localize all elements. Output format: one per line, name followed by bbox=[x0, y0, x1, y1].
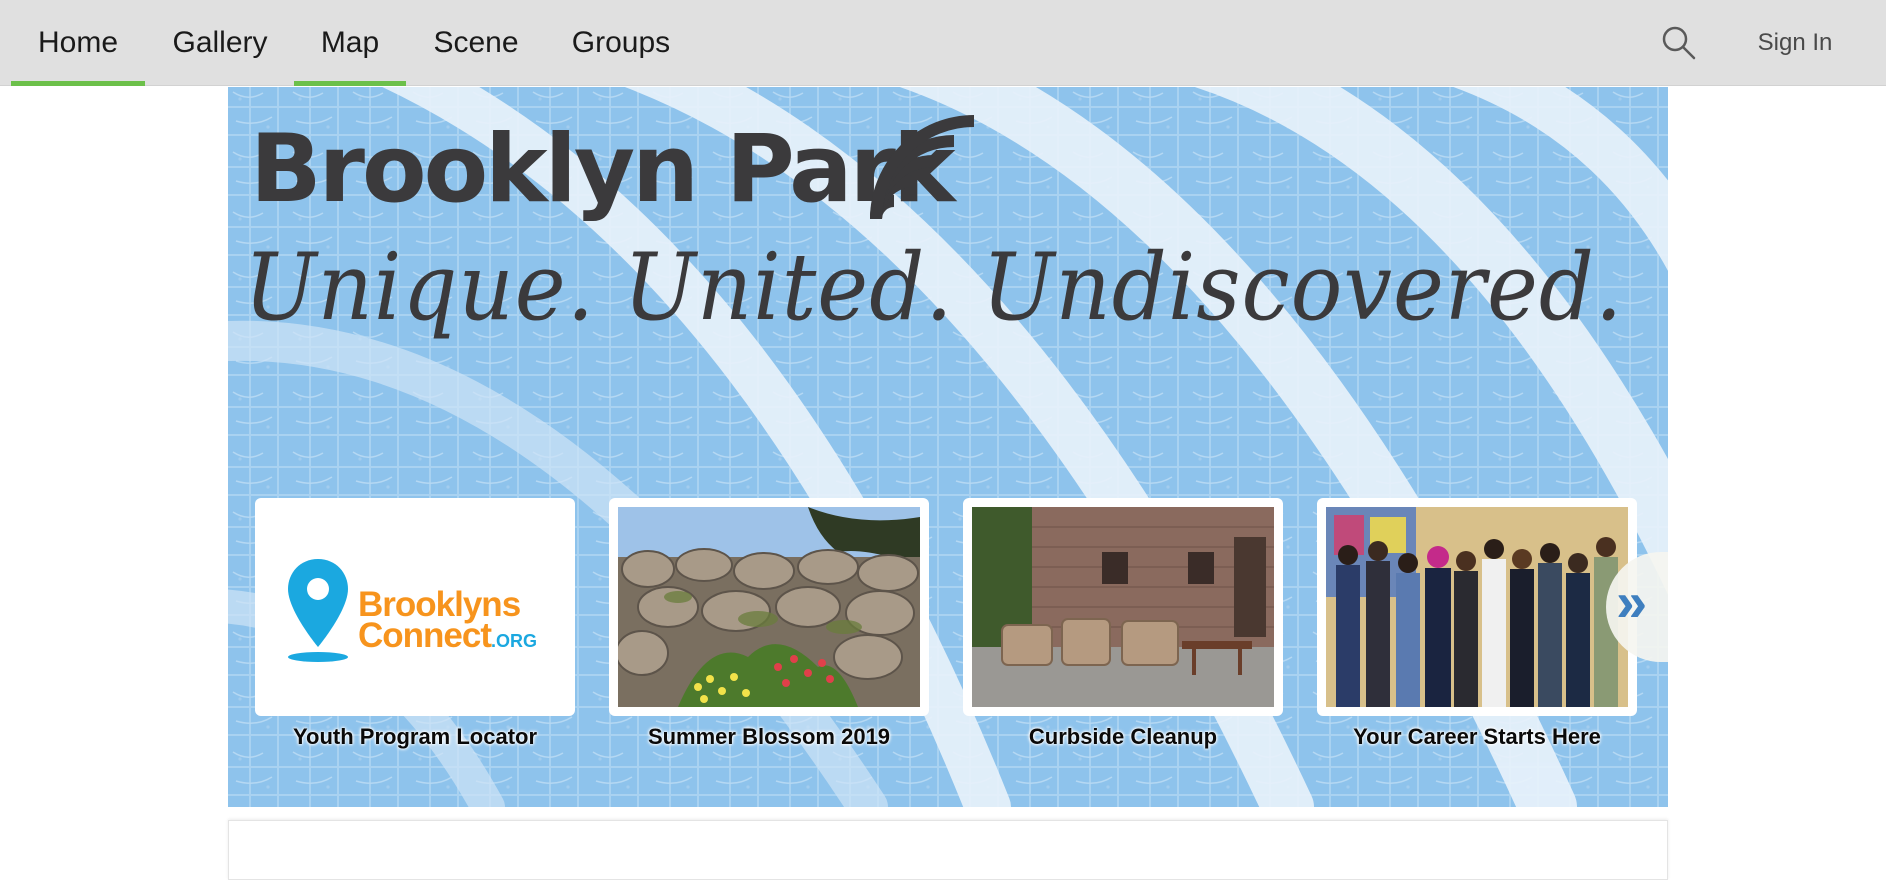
nav-item-groups[interactable]: Groups bbox=[560, 0, 682, 86]
banner-title: Brooklyn Park bbox=[250, 115, 955, 224]
banner-tagline: Unique. United. Undiscovered. bbox=[244, 233, 1624, 342]
gallery-card-curbside-cleanup[interactable] bbox=[963, 498, 1283, 716]
top-navigation-bar: Home Gallery Map Scene Groups Sign In bbox=[0, 0, 1886, 86]
gallery-card-career[interactable] bbox=[1317, 498, 1637, 716]
sign-in-link[interactable]: Sign In bbox=[1740, 0, 1850, 86]
logo-suffix: .ORG bbox=[491, 631, 538, 651]
gallery-card-summer-blossom[interactable] bbox=[609, 498, 929, 716]
double-chevron-right-icon: » bbox=[1616, 570, 1648, 633]
gallery-card-youth-program-locator[interactable]: Brooklyns Connect.ORG bbox=[255, 498, 575, 716]
card-thumbnail-stone-wall bbox=[618, 507, 920, 707]
card-caption[interactable]: Curbside Cleanup bbox=[963, 724, 1283, 750]
hero-banner: Brooklyn Park Unique. United. Undiscover… bbox=[228, 87, 1668, 807]
content-section bbox=[228, 820, 1668, 880]
card-caption[interactable]: Your Career Starts Here bbox=[1317, 724, 1637, 750]
signal-waves-icon bbox=[870, 115, 975, 220]
nav-item-home[interactable]: Home bbox=[11, 0, 145, 86]
card-thumbnail-curbside-furniture bbox=[972, 507, 1274, 707]
nav-item-scene[interactable]: Scene bbox=[422, 0, 530, 86]
card-thumbnail-group-photo bbox=[1326, 507, 1628, 707]
brooklyns-connect-logo: Brooklyns Connect.ORG bbox=[264, 507, 566, 707]
logo-line-2: Connect bbox=[358, 616, 492, 655]
card-caption[interactable]: Youth Program Locator bbox=[255, 724, 575, 750]
search-icon[interactable] bbox=[1660, 24, 1698, 62]
card-caption[interactable]: Summer Blossom 2019 bbox=[609, 724, 929, 750]
nav-item-map[interactable]: Map bbox=[294, 0, 406, 86]
nav-item-gallery[interactable]: Gallery bbox=[160, 0, 280, 86]
